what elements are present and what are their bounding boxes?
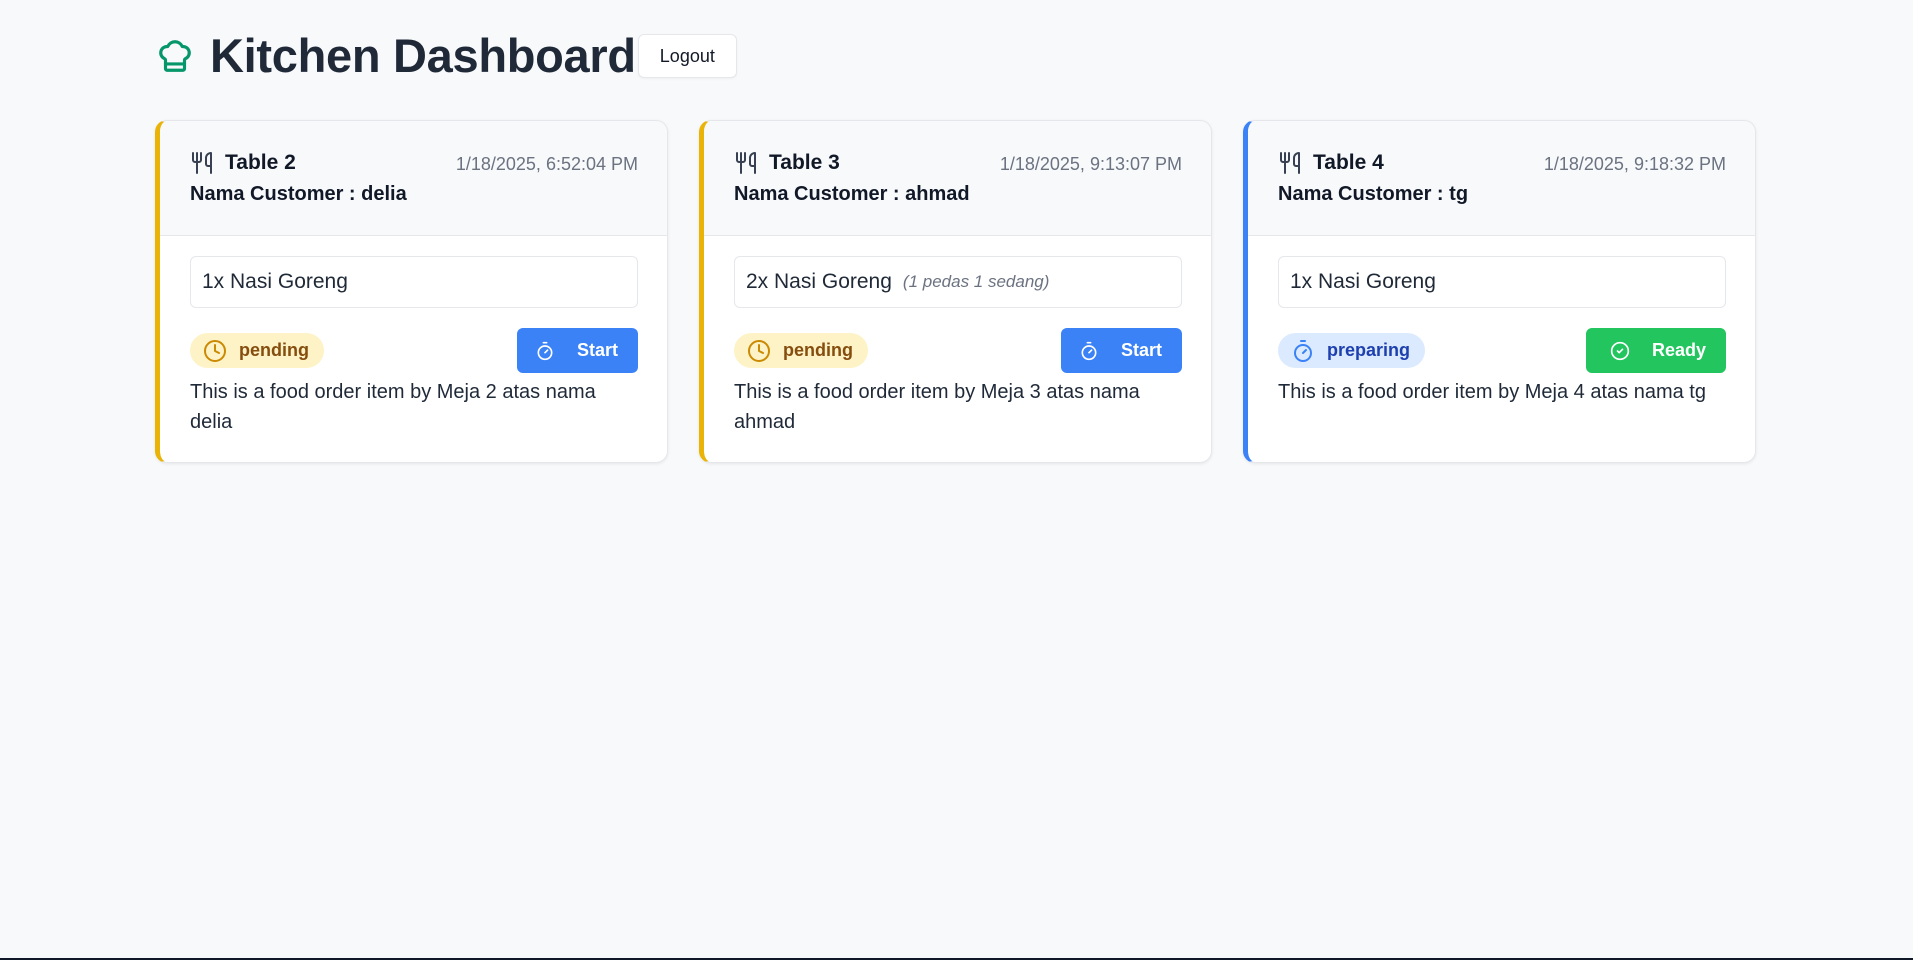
check-circle-icon [1610,341,1630,361]
status-label: preparing [1327,340,1411,360]
table-name: Table 4 [1313,151,1384,174]
order-item-label: 1x Nasi Goreng [1290,270,1436,293]
clock-icon [747,339,771,363]
order-timestamp: 1/18/2025, 6:52:04 PM [455,154,638,174]
status-badge: pending [734,333,868,368]
status-badge: preparing [1278,333,1426,368]
order-item-label: 2x Nasi Goreng [746,270,892,293]
timer-icon [1291,339,1315,363]
clock-icon [203,339,227,363]
order-timestamp: 1/18/2025, 9:13:07 PM [999,154,1182,174]
chef-hat-icon [156,37,194,75]
order-card-body: 2x Nasi Goreng (1 pedas 1 sedang) pendin… [704,236,1211,437]
utensils-icon [190,151,214,175]
start-button[interactable]: Start [516,328,638,373]
order-item-label: 1x Nasi Goreng [202,270,348,293]
status-label: pending [239,340,309,360]
order-item: 2x Nasi Goreng (1 pedas 1 sedang) [734,256,1182,308]
table-name: Table 3 [769,151,840,174]
table-name: Table 2 [225,151,296,174]
start-button[interactable]: Start [1060,328,1182,373]
page-header: Kitchen Dashboard Logout [156,28,737,84]
order-description: This is a food order item by Meja 2 atas… [190,381,596,433]
ready-button[interactable]: Ready [1585,328,1726,373]
order-card-header: Table 4 Nama Customer : tg 1/18/2025, 9:… [1248,121,1755,236]
order-card: Table 3 Nama Customer : ahmad 1/18/2025,… [699,120,1212,463]
customer-name: Nama Customer : tg [1278,183,1469,205]
order-card-header: Table 2 Nama Customer : delia 1/18/2025,… [160,121,667,236]
order-timestamp: 1/18/2025, 9:18:32 PM [1543,154,1726,174]
order-card-header: Table 3 Nama Customer : ahmad 1/18/2025,… [704,121,1211,236]
start-button-label: Start [1120,340,1162,360]
status-badge: pending [190,333,324,368]
timer-icon [535,341,555,361]
order-description: This is a food order item by Meja 3 atas… [734,381,1140,433]
status-label: pending [783,340,853,360]
order-card-body: 1x Nasi Goreng preparing Ready This is a… [1248,236,1755,407]
order-description: This is a food order item by Meja 4 atas… [1278,381,1706,403]
start-button-label: Start [576,340,618,360]
order-cards: Table 2 Nama Customer : delia 1/18/2025,… [155,120,1756,463]
order-card-body: 1x Nasi Goreng pending Start This is a f… [160,236,667,437]
order-item: 1x Nasi Goreng [1278,256,1726,308]
timer-icon [1079,341,1099,361]
page-title: Kitchen Dashboard [210,29,636,82]
customer-name: Nama Customer : delia [190,183,407,205]
order-item: 1x Nasi Goreng [190,256,638,308]
utensils-icon [734,151,758,175]
customer-name: Nama Customer : ahmad [734,183,970,205]
logout-button[interactable]: Logout [637,34,737,78]
ready-button-label: Ready [1651,340,1706,360]
utensils-icon [1278,151,1302,175]
order-card: Table 4 Nama Customer : tg 1/18/2025, 9:… [1243,120,1756,463]
order-item-note: (1 pedas 1 sedang) [902,272,1050,291]
order-card: Table 2 Nama Customer : delia 1/18/2025,… [155,120,668,463]
